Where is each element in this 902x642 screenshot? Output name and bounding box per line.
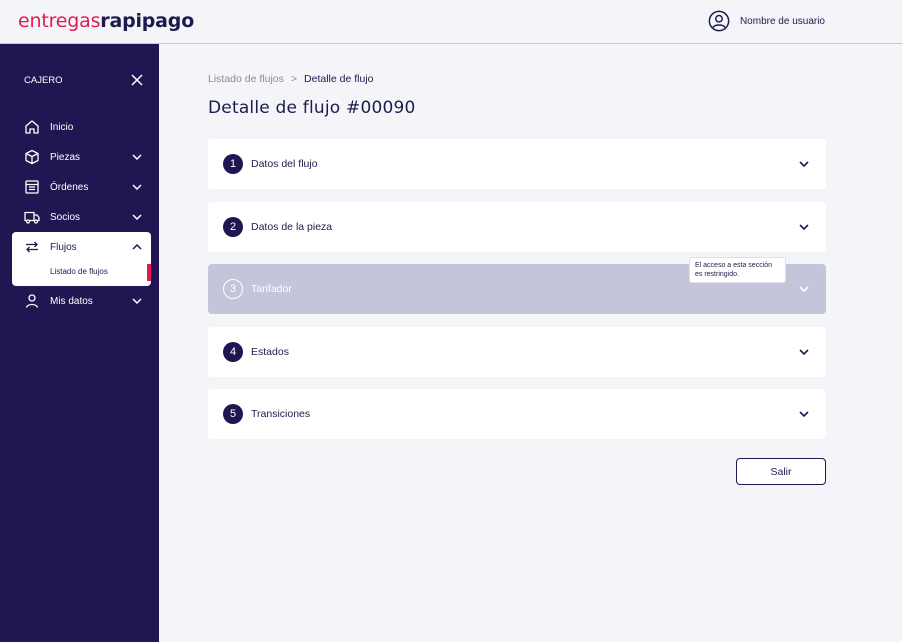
step-number: 3	[223, 279, 243, 299]
section-label: Estados	[251, 346, 289, 358]
top-header: entregasrapipago Nombre de usuario	[0, 0, 902, 44]
orders-icon	[25, 180, 39, 194]
user-avatar-icon	[708, 10, 730, 32]
sidebar-item-label: Socios	[50, 211, 81, 223]
chevron-down-icon	[799, 161, 809, 168]
page-title: Detalle de flujo #00090	[208, 98, 416, 118]
breadcrumb-separator: >	[290, 73, 298, 85]
home-icon	[25, 120, 39, 134]
step-number: 2	[223, 217, 243, 237]
sidebar-item-label: Inicio	[50, 121, 74, 133]
chevron-down-icon	[799, 411, 809, 418]
sidebar-item-flujos: Flujos Listado de flujos	[12, 232, 151, 286]
flows-icon	[26, 241, 38, 253]
chevron-down-icon	[799, 224, 809, 231]
brand-part1: entregas	[18, 10, 101, 32]
brand-logo[interactable]: entregasrapipago	[18, 10, 194, 32]
box-icon	[25, 149, 39, 165]
sidebar-item-piezas[interactable]: Piezas	[12, 142, 151, 172]
step-number: 5	[223, 404, 243, 424]
breadcrumb-parent-link[interactable]: Listado de flujos	[208, 73, 284, 85]
sidebar-item-flujos-toggle[interactable]: Flujos	[12, 232, 151, 262]
chevron-down-icon	[132, 298, 142, 305]
chevron-down-icon	[132, 214, 142, 221]
chevron-up-icon	[132, 243, 142, 250]
sidebar: CAJERO Inicio Piezas Órdenes Socios Fluj…	[0, 44, 159, 642]
section-label: Datos de la pieza	[251, 221, 333, 233]
chevron-down-icon	[132, 184, 142, 191]
step-number: 1	[223, 154, 243, 174]
sidebar-role: CAJERO	[24, 75, 63, 86]
user-name: Nombre de usuario	[739, 15, 825, 27]
chevron-down-icon	[799, 349, 809, 356]
sidebar-item-label: Mis datos	[50, 295, 93, 307]
brand-part2: rapipago	[100, 10, 195, 32]
sidebar-item-inicio[interactable]: Inicio	[12, 112, 151, 142]
section-datos-flujo[interactable]: 1 Datos del flujo	[208, 139, 826, 189]
breadcrumb: Listado de flujos > Detalle de flujo	[208, 73, 374, 85]
restricted-tooltip: El acceso a esta sección es restringido.	[689, 257, 786, 283]
section-transiciones[interactable]: 5 Transiciones	[208, 389, 826, 439]
active-marker	[147, 264, 151, 281]
section-datos-pieza[interactable]: 2 Datos de la pieza	[208, 202, 826, 252]
sidebar-item-label: Flujos	[50, 241, 77, 253]
chevron-down-icon	[132, 154, 142, 161]
sidebar-item-label: Órdenes	[50, 181, 89, 193]
user-menu[interactable]: Nombre de usuario	[708, 10, 825, 32]
sidebar-item-label: Piezas	[50, 151, 81, 163]
section-label: Datos del flujo	[251, 158, 318, 170]
section-estados[interactable]: 4 Estados	[208, 327, 826, 377]
step-number: 4	[223, 342, 243, 362]
section-label: Transiciones	[251, 408, 311, 420]
chevron-down-icon	[799, 286, 809, 293]
exit-button[interactable]: Salir	[736, 458, 826, 485]
sidebar-item-ordenes[interactable]: Órdenes	[12, 172, 151, 202]
section-label: Tarifador	[251, 283, 292, 295]
sidebar-item-mis-datos[interactable]: Mis datos	[12, 286, 151, 316]
truck-icon	[24, 211, 40, 224]
sidebar-item-socios[interactable]: Socios	[12, 202, 151, 232]
close-icon[interactable]	[130, 73, 144, 87]
sidebar-subitem-listado[interactable]: Listado de flujos	[50, 267, 108, 276]
user-icon	[25, 294, 39, 308]
breadcrumb-current: Detalle de flujo	[304, 73, 374, 85]
